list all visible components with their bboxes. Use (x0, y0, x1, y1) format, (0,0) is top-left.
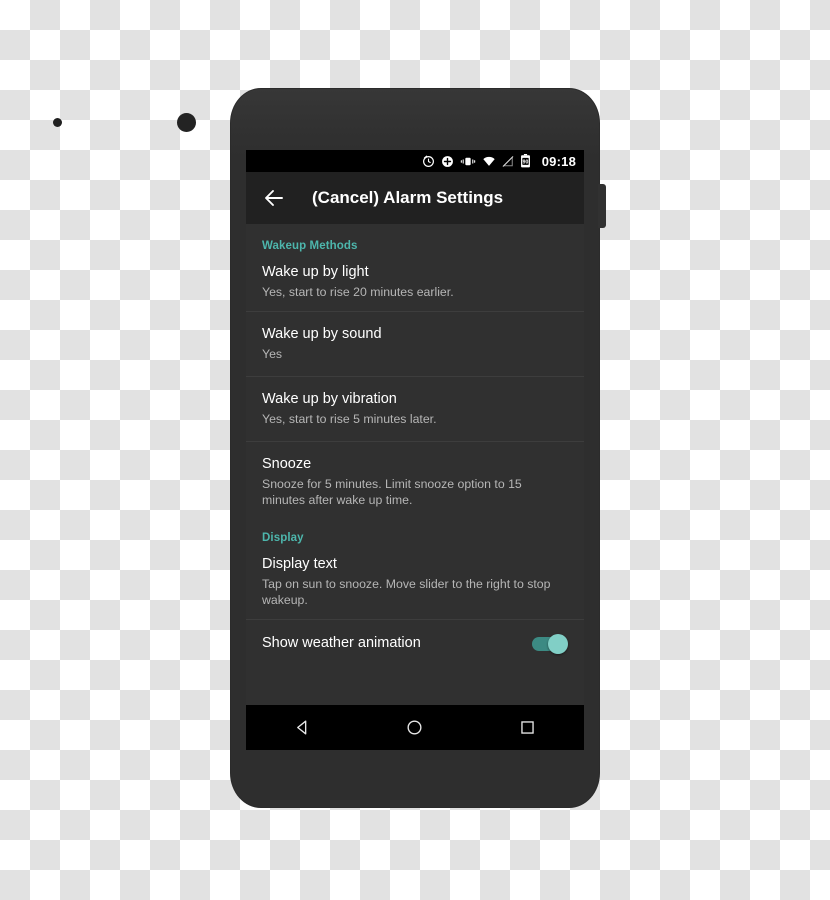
setting-row-show-weather-animation[interactable]: Show weather animation (246, 620, 584, 667)
setting-title: Display text (262, 556, 337, 572)
system-navigation-bar (246, 705, 584, 750)
section-header-display: Display (262, 532, 304, 544)
svg-text:90: 90 (522, 160, 528, 166)
phone-screen: 90 09:18 (Cancel) Alarm Settings Wakeup … (246, 150, 584, 750)
back-nav-button[interactable] (282, 713, 322, 743)
wifi-icon (482, 155, 496, 168)
recents-nav-button[interactable] (508, 713, 548, 743)
phone-bezel-highlight (231, 89, 599, 159)
app-bar: (Cancel) Alarm Settings (246, 172, 584, 224)
setting-summary: Tap on sun to snooze. Move slider to the… (262, 577, 551, 607)
setting-summary: Yes, start to rise 20 minutes earlier. (262, 285, 454, 299)
setting-title: Wake up by sound (262, 326, 382, 342)
setting-row-wake-up-by-light[interactable]: Wake up by light Yes, start to rise 20 m… (246, 254, 584, 311)
setting-row-display-text[interactable]: Display text Tap on sun to snooze. Move … (246, 546, 584, 619)
back-arrow-icon[interactable] (262, 186, 286, 210)
no-sim-icon (502, 155, 514, 168)
setting-row-snooze[interactable]: Snooze Snooze for 5 minutes. Limit snooz… (246, 442, 584, 518)
setting-title: Wake up by vibration (262, 391, 397, 407)
battery-icon: 90 (520, 154, 531, 168)
proximity-sensor-icon (53, 118, 62, 127)
power-button[interactable] (598, 184, 606, 228)
status-bar: 90 09:18 (246, 150, 584, 172)
vibrate-icon (460, 155, 476, 168)
front-camera-icon (177, 113, 196, 132)
setting-title: Wake up by light (262, 264, 369, 280)
home-nav-button[interactable] (395, 713, 435, 743)
settings-list[interactable]: Wakeup Methods Wake up by light Yes, sta… (246, 224, 584, 750)
setting-title: Snooze (262, 456, 312, 472)
setting-summary: Yes, start to rise 5 minutes later. (262, 412, 437, 426)
setting-summary: Yes (262, 347, 283, 361)
status-bar-icons: 90 09:18 (422, 154, 576, 169)
setting-summary: Snooze for 5 minutes. Limit snooze optio… (262, 477, 522, 507)
setting-row-wake-up-by-vibration[interactable]: Wake up by vibration Yes, start to rise … (246, 377, 584, 441)
toggle-thumb (548, 633, 568, 654)
show-weather-animation-toggle[interactable] (532, 633, 568, 654)
page-title: (Cancel) Alarm Settings (312, 188, 504, 207)
add-circle-icon (441, 155, 454, 168)
section-header-wakeup-methods: Wakeup Methods (262, 240, 358, 252)
setting-title: Show weather animation (262, 635, 421, 651)
alarm-clock-icon (422, 155, 435, 168)
status-bar-clock: 09:18 (541, 153, 576, 169)
setting-row-wake-up-by-sound[interactable]: Wake up by sound Yes (246, 312, 584, 376)
